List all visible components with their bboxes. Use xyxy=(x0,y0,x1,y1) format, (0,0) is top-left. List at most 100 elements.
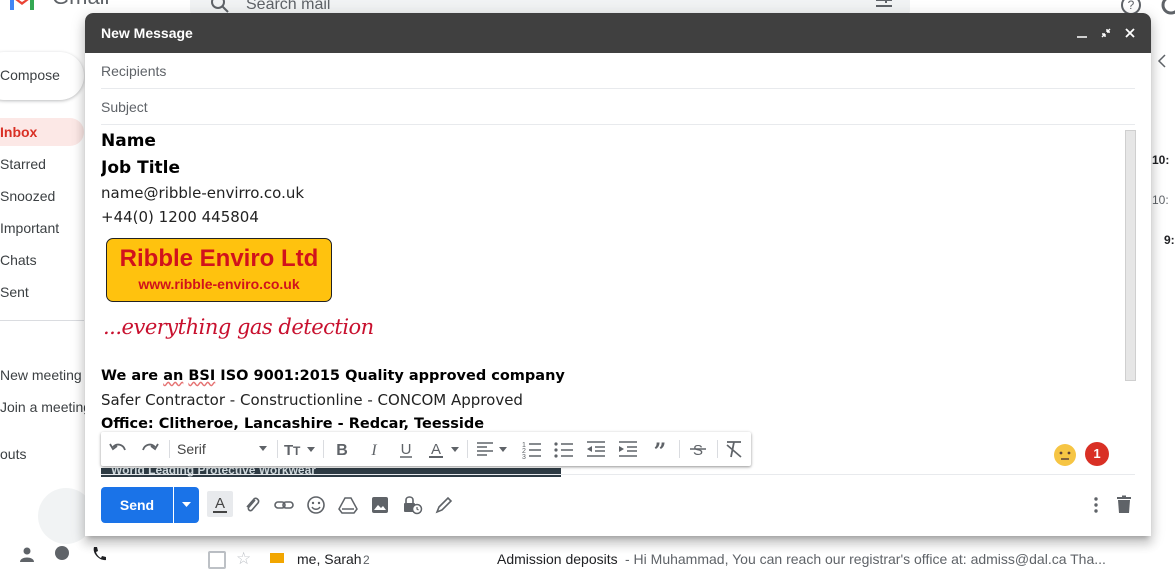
nav-item-chats[interactable]: Chats xyxy=(0,246,84,274)
hangouts-icon[interactable] xyxy=(54,546,70,562)
remove-formatting-icon[interactable] xyxy=(723,439,745,459)
signature-iso-line: We are an BSI ISO 9001:2015 Quality appr… xyxy=(101,368,565,384)
gmail-m-icon xyxy=(10,0,34,10)
hangouts-header: outs xyxy=(0,446,27,462)
minimize-icon[interactable] xyxy=(1075,26,1089,40)
search-options-icon[interactable] xyxy=(874,0,894,12)
nav-item-inbox[interactable]: Inbox xyxy=(0,118,84,146)
insert-signature-icon[interactable] xyxy=(433,494,455,516)
toolbar-divider xyxy=(323,440,324,458)
font-size-icon[interactable]: T T xyxy=(283,439,317,459)
contacts-icon[interactable] xyxy=(20,546,34,562)
nav-item-important[interactable]: Important xyxy=(0,214,84,242)
iso-suffix: ISO 9001:2015 Quality approved company xyxy=(215,368,565,384)
insert-emoji-icon[interactable] xyxy=(305,494,327,516)
attach-file-icon[interactable] xyxy=(241,494,263,516)
company-logo: Ribble Enviro Ltd www.ribble-enviro.co.u… xyxy=(106,238,332,302)
italic-icon[interactable]: I xyxy=(363,439,385,459)
spellcheck-word[interactable]: BSI xyxy=(188,368,215,384)
join-meeting-link[interactable]: Join a meeting xyxy=(0,399,91,415)
formatting-toolbar: Serif T T B I U A 1 2 3 ” S xyxy=(101,432,751,466)
gmail-brand: Gmail xyxy=(52,0,109,10)
numbered-list-icon[interactable]: 1 2 3 xyxy=(521,439,543,459)
notification-badge[interactable]: 1 xyxy=(1085,442,1109,466)
redo-icon[interactable] xyxy=(139,439,161,459)
insert-link-icon[interactable] xyxy=(273,494,295,516)
nav-item-starred[interactable]: Starred xyxy=(0,150,84,178)
settings-gear-icon[interactable] xyxy=(1160,0,1175,16)
banner-text: World Leading Protective Workwear xyxy=(111,468,316,477)
signature-name: Name xyxy=(101,131,156,151)
svg-text:I: I xyxy=(370,442,377,459)
signature-banner-image: World Leading Protective Workwear xyxy=(101,468,561,477)
indent-more-icon[interactable] xyxy=(617,439,639,459)
chevron-left-icon[interactable] xyxy=(1156,54,1168,68)
google-drive-icon[interactable] xyxy=(337,494,359,516)
confidential-mode-icon[interactable] xyxy=(401,494,423,516)
signature-office: Office: Clitheroe, Lancashire - Redcar, … xyxy=(101,416,485,432)
toolbar-divider xyxy=(277,440,278,458)
subject-field[interactable]: Subject xyxy=(101,89,1135,125)
star-icon[interactable]: ☆ xyxy=(236,549,251,569)
nav-divider xyxy=(0,320,84,321)
time-label: 10: xyxy=(1152,193,1169,207)
signature-job-title: Job Title xyxy=(101,158,180,178)
undo-icon[interactable] xyxy=(107,439,129,459)
bold-icon[interactable]: B xyxy=(331,439,353,459)
svg-text:A: A xyxy=(431,441,441,458)
toolbar-divider xyxy=(679,440,680,458)
email-row[interactable]: ☆ me, Sarah 2 Admission deposits - Hi Mu… xyxy=(200,545,1175,569)
align-icon[interactable] xyxy=(475,439,509,459)
svg-text:”: ” xyxy=(654,439,667,459)
underline-icon[interactable]: U xyxy=(395,439,417,459)
new-meeting-link[interactable]: New meeting xyxy=(0,367,82,383)
strikethrough-icon[interactable]: S xyxy=(687,439,709,459)
signature-phone: +44(0) 1200 445804 xyxy=(101,208,259,226)
quote-icon[interactable]: ” xyxy=(649,439,671,459)
compose-title: New Message xyxy=(101,25,193,41)
logo-website: www.ribble-enviro.co.uk xyxy=(138,276,300,292)
svg-text:B: B xyxy=(336,442,348,459)
text-color-icon[interactable]: A xyxy=(427,439,461,459)
more-options-icon[interactable] xyxy=(1085,494,1107,516)
toolbar-divider xyxy=(169,440,170,458)
body-scrollbar[interactable] xyxy=(1125,130,1136,381)
svg-text:U: U xyxy=(401,441,412,458)
bulleted-list-icon[interactable] xyxy=(553,439,575,459)
close-icon[interactable] xyxy=(1123,26,1137,40)
spellcheck-word[interactable]: an xyxy=(163,368,183,384)
recipients-field[interactable]: Recipients xyxy=(101,53,1135,89)
nav-item-snoozed[interactable]: Snoozed xyxy=(0,182,84,210)
toolbar-divider xyxy=(467,440,468,458)
font-select[interactable]: Serif xyxy=(177,432,273,466)
message-body[interactable]: Name Job Title name@ribble-envirro.co.uk… xyxy=(101,125,1125,435)
time-label: 10: xyxy=(1152,153,1170,167)
compose-titlebar[interactable]: New Message xyxy=(85,13,1151,53)
discard-draft-icon[interactable] xyxy=(1113,494,1135,516)
toolbar-divider xyxy=(717,440,718,458)
insert-photo-icon[interactable] xyxy=(369,494,391,516)
indent-less-icon[interactable] xyxy=(585,439,607,459)
compose-window: New Message Recipients Subject Name Job … xyxy=(85,13,1151,536)
signature-tagline: ...everything gas detection xyxy=(103,315,374,339)
iso-prefix: We are xyxy=(101,368,164,384)
chevron-down-icon xyxy=(259,446,267,451)
svg-text:S: S xyxy=(693,442,703,459)
svg-text:A: A xyxy=(215,495,225,512)
formatting-options-icon[interactable]: A xyxy=(207,491,233,517)
full-screen-icon[interactable] xyxy=(1099,26,1113,40)
svg-text:3: 3 xyxy=(522,454,526,459)
phone-icon[interactable] xyxy=(91,546,107,562)
search-icon[interactable] xyxy=(210,0,230,14)
recipients-placeholder: Recipients xyxy=(101,63,167,79)
time-label: 9: xyxy=(1164,233,1175,247)
compose-button[interactable]: Compose xyxy=(0,52,84,100)
compose-label: Compose xyxy=(0,67,60,83)
send-options-button[interactable] xyxy=(174,487,199,523)
logo-company-name: Ribble Enviro Ltd xyxy=(119,245,319,272)
importance-marker-icon[interactable] xyxy=(270,553,284,563)
row-checkbox[interactable] xyxy=(208,551,226,569)
nav-item-sent[interactable]: Sent xyxy=(0,278,84,306)
emoji-neutral-icon[interactable] xyxy=(1053,443,1077,467)
send-button[interactable]: Send xyxy=(101,487,173,523)
